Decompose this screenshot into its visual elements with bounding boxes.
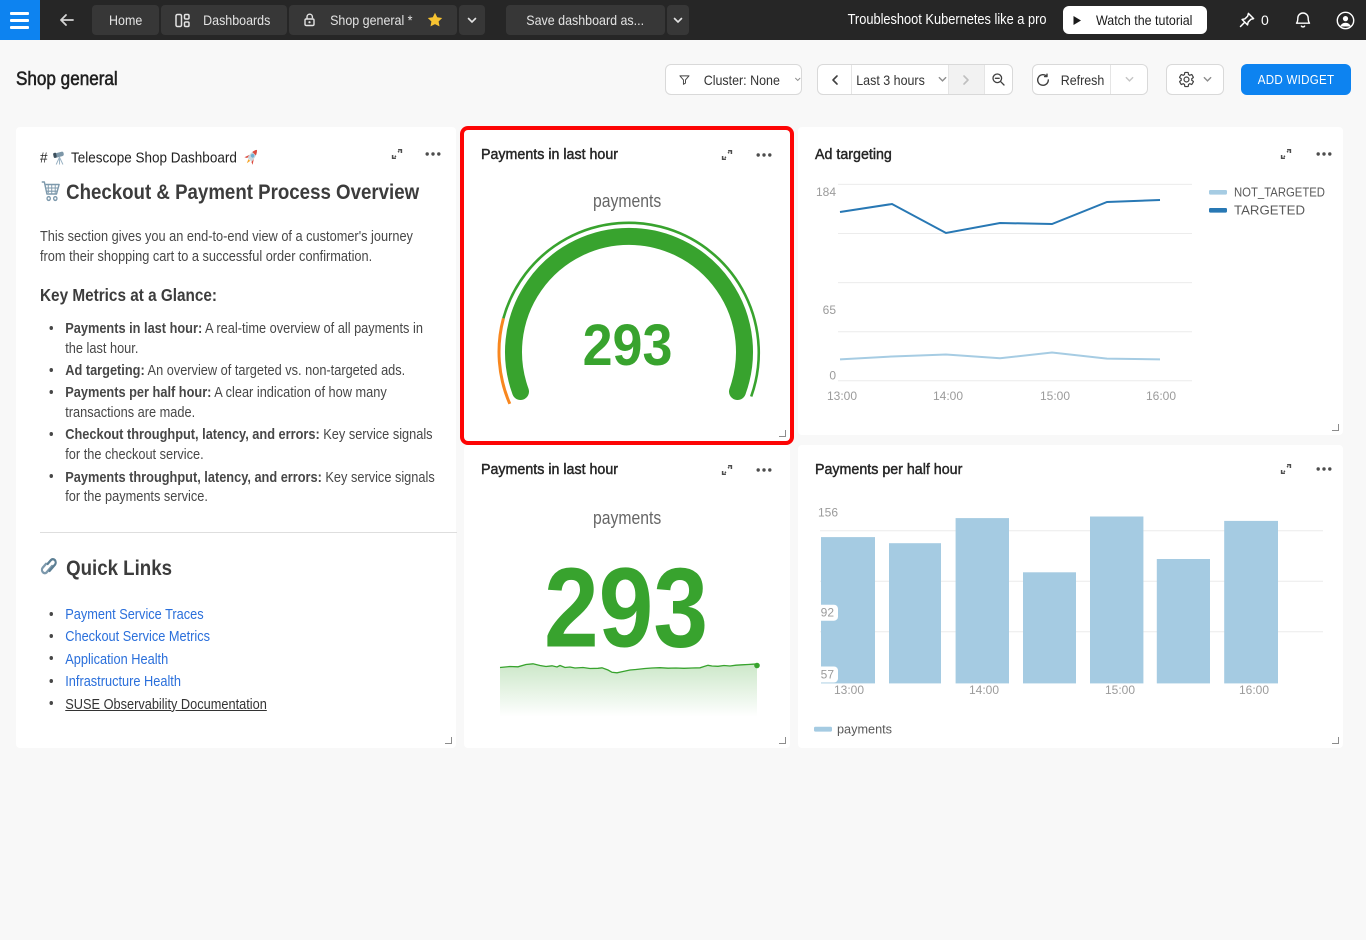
svg-text:156: 156	[818, 506, 838, 520]
svg-text:payments: payments	[837, 723, 892, 737]
svg-text:TARGETED: TARGETED	[1234, 204, 1305, 218]
svg-text:0: 0	[829, 369, 836, 383]
svg-text:13:00: 13:00	[834, 683, 864, 697]
svg-text:16:00: 16:00	[1146, 389, 1176, 403]
svg-text:15:00: 15:00	[1105, 683, 1135, 697]
svg-text:16:00: 16:00	[1239, 683, 1269, 697]
svg-text:293: 293	[583, 312, 673, 378]
svg-text:14:00: 14:00	[933, 389, 963, 403]
svg-text:92: 92	[821, 606, 835, 620]
svg-text:65: 65	[823, 303, 837, 317]
svg-text:15:00: 15:00	[1040, 389, 1070, 403]
svg-text:NOT_TARGETED: NOT_TARGETED	[1234, 186, 1325, 200]
svg-text:57: 57	[821, 668, 835, 682]
svg-text:184: 184	[816, 185, 836, 199]
svg-text:13:00: 13:00	[827, 389, 857, 403]
svg-text:293: 293	[544, 545, 708, 671]
svg-text:14:00: 14:00	[969, 683, 999, 697]
